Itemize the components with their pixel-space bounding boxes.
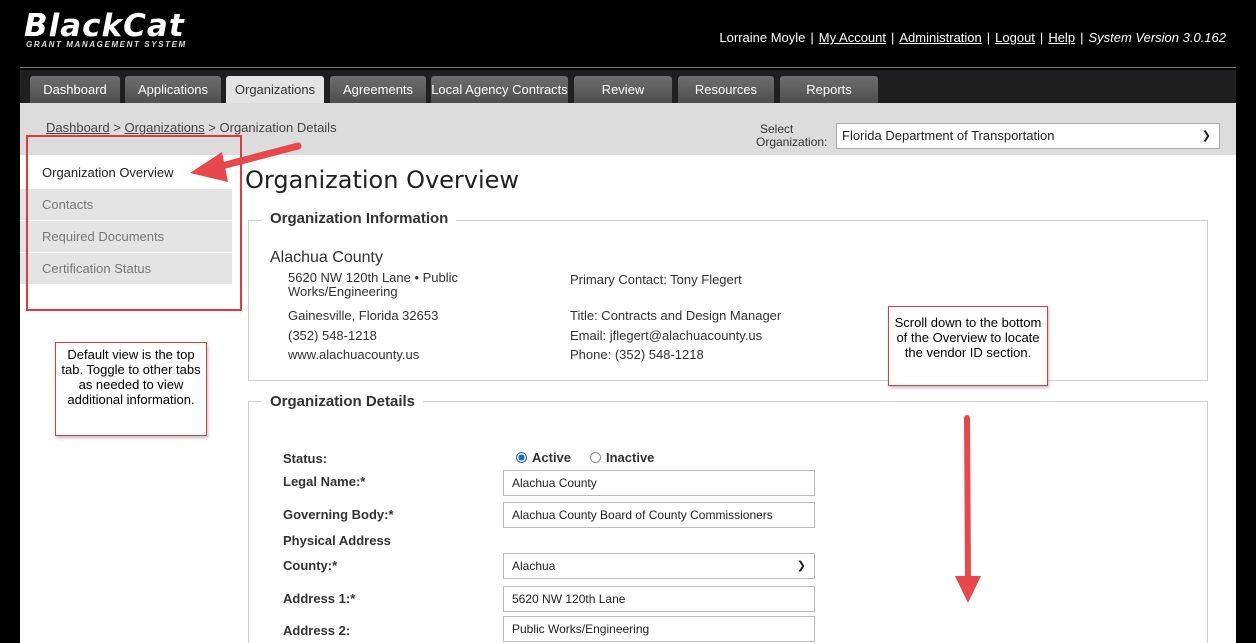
annotation-arrows — [190, 142, 981, 603]
pointer-arrow-head — [190, 152, 228, 182]
pointer-arrow-shaft — [210, 142, 302, 172]
scroll-arrow-shaft — [964, 415, 971, 583]
scroll-arrow-head — [955, 576, 981, 603]
